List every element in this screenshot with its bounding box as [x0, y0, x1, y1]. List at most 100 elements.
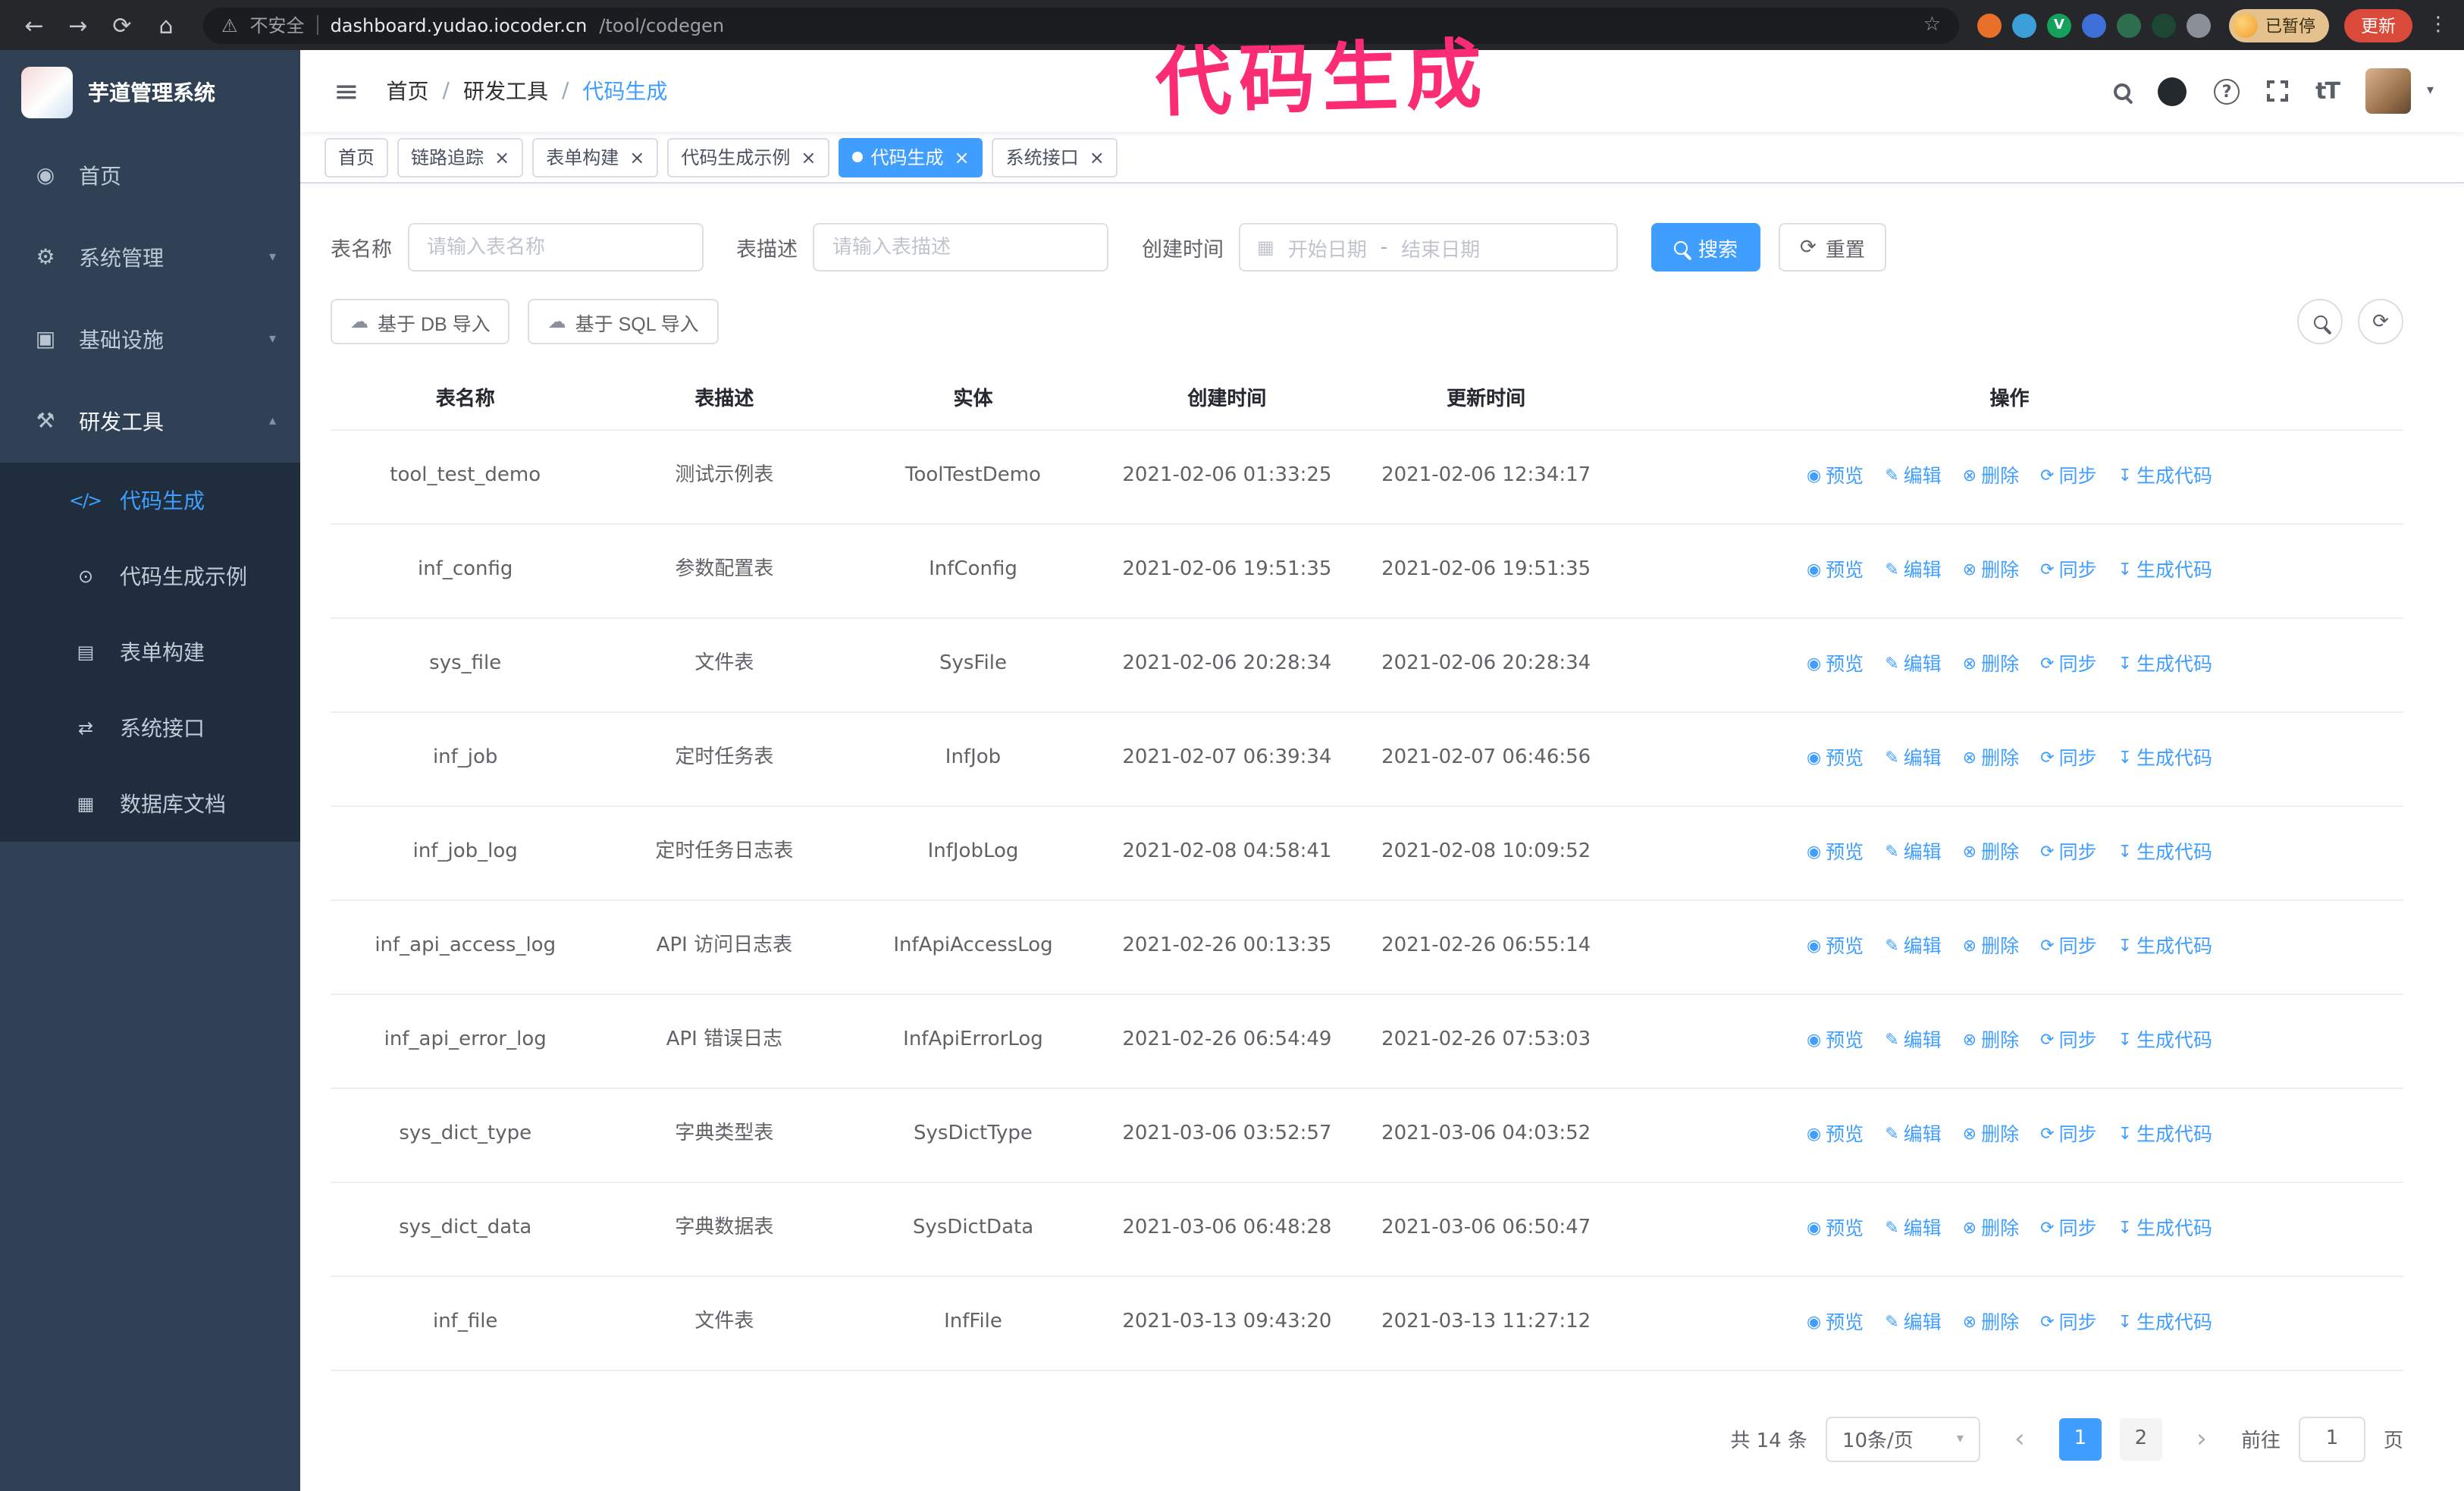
hamburger-icon[interactable]: ≡: [318, 73, 375, 109]
date-range-picker[interactable]: ▦ 开始日期 - 结束日期: [1239, 223, 1618, 272]
action-delete[interactable]: ⊗ 删除: [1963, 651, 2019, 680]
action-generate[interactable]: ↧ 生成代码: [2118, 1121, 2212, 1150]
search-button[interactable]: 搜索: [1651, 223, 1761, 272]
action-generate[interactable]: ↧ 生成代码: [2118, 745, 2212, 774]
tab[interactable]: 链路追踪 ×: [397, 137, 524, 177]
extension-icon-lightblue[interactable]: [2012, 13, 2036, 37]
action-preview[interactable]: ◉ 预览: [1807, 557, 1864, 585]
action-generate[interactable]: ↧ 生成代码: [2118, 933, 2212, 962]
action-edit[interactable]: ✎ 编辑: [1885, 745, 1941, 774]
sidebar-item-api[interactable]: ⇄ 系统接口: [0, 690, 300, 766]
page-button-1[interactable]: 1: [2058, 1417, 2102, 1460]
action-sync[interactable]: ⟳ 同步: [2040, 1027, 2096, 1056]
extension-icon-teal[interactable]: [2117, 13, 2141, 37]
action-generate[interactable]: ↧ 生成代码: [2118, 1027, 2212, 1056]
extension-icon-darkgreen[interactable]: [2152, 13, 2176, 37]
sidebar-item-infra[interactable]: ▣ 基础设施 ▾: [0, 299, 300, 381]
action-delete[interactable]: ⊗ 删除: [1963, 1121, 2019, 1150]
action-sync[interactable]: ⟳ 同步: [2040, 933, 2096, 962]
action-preview[interactable]: ◉ 预览: [1807, 463, 1864, 491]
sidebar-item-form-builder[interactable]: ▤ 表单构建: [0, 614, 300, 690]
action-edit[interactable]: ✎ 编辑: [1885, 933, 1941, 962]
action-generate[interactable]: ↧ 生成代码: [2118, 557, 2212, 585]
breadcrumb-item[interactable]: 研发工具: [463, 76, 548, 106]
action-delete[interactable]: ⊗ 删除: [1963, 1309, 2019, 1338]
extension-icon-orange[interactable]: [1977, 13, 2002, 37]
home-icon[interactable]: ⌂: [147, 11, 185, 39]
forward-icon[interactable]: →: [59, 11, 97, 39]
action-preview[interactable]: ◉ 预览: [1807, 933, 1864, 962]
security-label[interactable]: 不安全: [250, 12, 305, 38]
action-edit[interactable]: ✎ 编辑: [1885, 1121, 1941, 1150]
sidebar-item-db-doc[interactable]: ▦ 数据库文档: [0, 766, 300, 842]
tab[interactable]: 系统接口 ×: [992, 137, 1118, 177]
tab[interactable]: 首页: [324, 137, 389, 177]
action-generate[interactable]: ↧ 生成代码: [2118, 1309, 2212, 1338]
action-delete[interactable]: ⊗ 删除: [1963, 557, 2019, 585]
close-icon[interactable]: ×: [629, 146, 644, 168]
action-delete[interactable]: ⊗ 删除: [1963, 745, 2019, 774]
action-sync[interactable]: ⟳ 同步: [2040, 1309, 2096, 1338]
action-sync[interactable]: ⟳ 同步: [2040, 839, 2096, 868]
action-edit[interactable]: ✎ 编辑: [1885, 1027, 1941, 1056]
tab[interactable]: 表单构建 ×: [532, 137, 659, 177]
table-name-input[interactable]: [407, 223, 703, 272]
next-page-button[interactable]: ›: [2180, 1417, 2223, 1460]
action-edit[interactable]: ✎ 编辑: [1885, 557, 1941, 585]
action-generate[interactable]: ↧ 生成代码: [2118, 463, 2212, 491]
font-size-icon[interactable]: tT: [2315, 77, 2340, 105]
profile-badge[interactable]: 已暂停: [2229, 8, 2329, 42]
update-button[interactable]: 更新: [2344, 8, 2412, 42]
close-icon[interactable]: ×: [1089, 146, 1105, 168]
action-preview[interactable]: ◉ 预览: [1807, 839, 1864, 868]
refresh-table-button[interactable]: ⟳: [2358, 299, 2403, 344]
sidebar-item-devtools[interactable]: ⚒ 研发工具 ▴: [0, 381, 300, 463]
action-generate[interactable]: ↧ 生成代码: [2118, 839, 2212, 868]
action-preview[interactable]: ◉ 预览: [1807, 1027, 1864, 1056]
sidebar-item-codegen-example[interactable]: ⊙ 代码生成示例: [0, 538, 300, 614]
close-icon[interactable]: ×: [801, 146, 816, 168]
back-icon[interactable]: ←: [15, 11, 53, 39]
action-edit[interactable]: ✎ 编辑: [1885, 651, 1941, 680]
breadcrumb-item[interactable]: 首页: [387, 76, 429, 106]
action-edit[interactable]: ✎ 编辑: [1885, 839, 1941, 868]
reset-button[interactable]: ⟳ 重置: [1779, 223, 1886, 272]
action-sync[interactable]: ⟳ 同步: [2040, 651, 2096, 680]
prev-page-button[interactable]: ‹: [1998, 1417, 2041, 1460]
action-sync[interactable]: ⟳ 同步: [2040, 557, 2096, 585]
action-preview[interactable]: ◉ 预览: [1807, 1215, 1864, 1244]
action-edit[interactable]: ✎ 编辑: [1885, 463, 1941, 491]
action-generate[interactable]: ↧ 生成代码: [2118, 1215, 2212, 1244]
action-preview[interactable]: ◉ 预览: [1807, 745, 1864, 774]
action-delete[interactable]: ⊗ 删除: [1963, 1215, 2019, 1244]
sidebar-item-home[interactable]: ◉ 首页: [0, 135, 300, 217]
address-bar[interactable]: ⚠ 不安全 dashboard.yudao.iocoder.cn /tool/c…: [203, 7, 1959, 43]
extension-icon-green-v[interactable]: V: [2047, 13, 2071, 37]
caret-down-icon[interactable]: ▾: [2427, 83, 2434, 99]
goto-page-input[interactable]: [2298, 1416, 2365, 1461]
action-delete[interactable]: ⊗ 删除: [1963, 1027, 2019, 1056]
action-edit[interactable]: ✎ 编辑: [1885, 1215, 1941, 1244]
action-sync[interactable]: ⟳ 同步: [2040, 1215, 2096, 1244]
tab[interactable]: 代码生成示例 ×: [667, 137, 830, 177]
action-preview[interactable]: ◉ 预览: [1807, 1121, 1864, 1150]
sidebar-item-codegen[interactable]: </> 代码生成: [0, 463, 300, 538]
tab[interactable]: 代码生成 ×: [839, 137, 983, 177]
github-icon[interactable]: [2158, 77, 2187, 105]
search-icon[interactable]: [2114, 83, 2131, 99]
reload-icon[interactable]: ⟳: [103, 11, 141, 39]
action-delete[interactable]: ⊗ 删除: [1963, 839, 2019, 868]
action-sync[interactable]: ⟳ 同步: [2040, 745, 2096, 774]
action-delete[interactable]: ⊗ 删除: [1963, 933, 2019, 962]
page-size-select[interactable]: 10条/页 ▾: [1825, 1416, 1980, 1461]
sidebar-item-system[interactable]: ⚙ 系统管理 ▾: [0, 217, 300, 299]
extension-icon-puzzle[interactable]: [2187, 13, 2211, 37]
import-db-button[interactable]: ☁ 基于 DB 导入: [331, 299, 510, 344]
browser-menu-kebab-icon[interactable]: ⋮: [2428, 14, 2449, 36]
action-delete[interactable]: ⊗ 删除: [1963, 463, 2019, 491]
help-icon[interactable]: ?: [2214, 78, 2240, 104]
action-sync[interactable]: ⟳ 同步: [2040, 1121, 2096, 1150]
action-edit[interactable]: ✎ 编辑: [1885, 1309, 1941, 1338]
page-button-2[interactable]: 2: [2119, 1417, 2162, 1460]
import-sql-button[interactable]: ☁ 基于 SQL 导入: [528, 299, 719, 344]
